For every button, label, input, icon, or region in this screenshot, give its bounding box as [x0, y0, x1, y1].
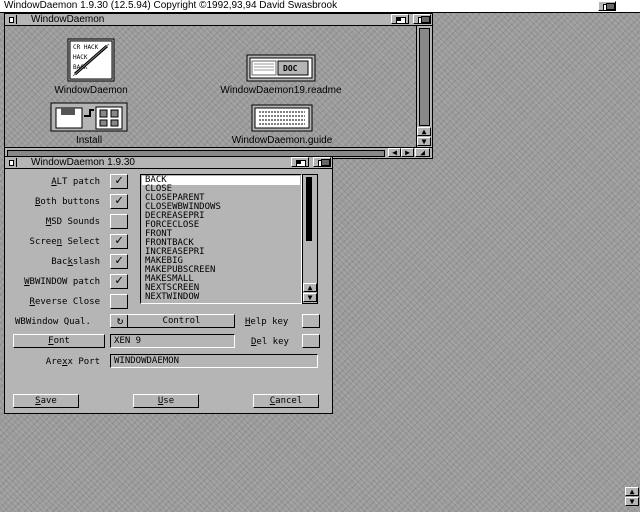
cycle-icon: ↻ [113, 315, 128, 327]
wbwindow-patch-label: WBWINDOW patch [24, 277, 100, 287]
install-disk-icon [50, 102, 128, 132]
icon-label: WindowDaemon.guide [231, 135, 333, 146]
zoom-gadget[interactable] [391, 14, 409, 24]
help-key-checkbox[interactable] [302, 314, 320, 328]
wbwindow-qual-label: WBWindow Qual. [15, 317, 91, 327]
command-list-scrollbar[interactable]: ▲ ▼ [302, 174, 318, 304]
drawer-window: WindowDaemon CR HACK HACK BACK WindowDae… [4, 13, 433, 159]
font-value-field: XEN 9 [110, 334, 235, 348]
msd-sounds-checkbox[interactable] [110, 214, 128, 229]
drawer-title-bar[interactable]: WindowDaemon [5, 14, 432, 26]
close-gadget[interactable] [6, 158, 17, 167]
screen-select-label: Screen Select [29, 237, 100, 247]
screen-scroll-up-arrow[interactable]: ▲ [625, 487, 639, 496]
hackback-tool-icon: CR HACK HACK BACK [67, 38, 115, 82]
wbwindow-qual-value: Control [162, 316, 201, 326]
del-key-label: Del key [251, 337, 289, 347]
alt-patch-checkbox[interactable]: ✓ [110, 174, 128, 189]
close-gadget[interactable] [6, 15, 17, 24]
alt-patch-label: ALT patch [51, 177, 100, 187]
screen-depth-gadget[interactable] [598, 1, 616, 11]
screen-scroll-down-arrow[interactable]: ▼ [625, 497, 639, 506]
scroll-down-arrow[interactable]: ▼ [417, 137, 431, 146]
backslash-checkbox[interactable]: ✓ [110, 254, 128, 269]
size-gadget[interactable]: ◢ [415, 148, 430, 157]
icon-label: Install [75, 135, 103, 146]
scroll-left-arrow[interactable]: ◀ [388, 148, 401, 157]
reverse-close-label: Reverse Close [29, 297, 100, 307]
screen-title-bar: WindowDaemon 1.9.30 (12.5.94) Copyright … [0, 0, 640, 13]
help-key-label: Help key [245, 317, 289, 327]
depth-gadget[interactable] [313, 157, 331, 167]
wbwindow-patch-checkbox[interactable]: ✓ [110, 274, 128, 289]
font-value: XEN 9 [114, 336, 142, 346]
doc-icon-text: DOC [283, 64, 298, 73]
arexx-port-value: WINDOWDAEMON [114, 356, 180, 366]
doc-icon: DOC [246, 54, 316, 82]
icon-label: WindowDaemon [54, 85, 128, 96]
install-icon[interactable]: Install [39, 102, 139, 146]
screen-title: WindowDaemon 1.9.30 (12.5.94) Copyright … [4, 0, 338, 11]
scroll-right-arrow[interactable]: ▶ [401, 148, 414, 157]
tool-icon-line-1: CR HACK [73, 44, 99, 51]
list-scroll-down-arrow[interactable]: ▼ [303, 293, 317, 302]
prefs-window: WindowDaemon 1.9.30 ALT patch ✓ Both but… [4, 156, 333, 414]
scroll-knob[interactable] [306, 177, 312, 241]
drawer-title: WindowDaemon [31, 14, 105, 25]
font-button[interactable]: Font [13, 334, 105, 348]
vertical-scrollbar[interactable]: ▲ ▼ [416, 26, 432, 147]
windowdaemon-tool-icon[interactable]: CR HACK HACK BACK WindowDaemon [41, 38, 141, 96]
save-button[interactable]: Save [13, 394, 79, 408]
command-list[interactable]: BACK CLOSE CLOSEPARENT CLOSEWBWINDOWS DE… [140, 174, 302, 304]
readme-icon[interactable]: DOC WindowDaemon19.readme [211, 54, 351, 96]
scroll-up-arrow[interactable]: ▲ [417, 127, 431, 136]
scroll-knob[interactable] [419, 28, 430, 126]
both-buttons-checkbox[interactable]: ✓ [110, 194, 128, 209]
del-key-checkbox[interactable] [302, 334, 320, 348]
wbwindow-qual-cycle[interactable]: ↻ Control [110, 314, 235, 328]
reverse-close-checkbox[interactable] [110, 294, 128, 309]
prefs-title: WindowDaemon 1.9.30 [31, 157, 135, 168]
guide-icon [251, 104, 313, 132]
depth-gadget[interactable] [413, 14, 431, 24]
cancel-button[interactable]: Cancel [253, 394, 319, 408]
use-button[interactable]: Use [133, 394, 199, 408]
arexx-port-input[interactable]: WINDOWDAEMON [110, 354, 318, 368]
guide-file-icon[interactable]: WindowDaemon.guide [219, 104, 345, 146]
icon-label: WindowDaemon19.readme [220, 85, 342, 96]
both-buttons-label: Both buttons [34, 197, 100, 207]
backslash-label: Backslash [51, 257, 100, 267]
msd-sounds-label: MSD Sounds [45, 217, 100, 227]
tool-icon-line-2: HACK [73, 54, 88, 61]
list-scroll-up-arrow[interactable]: ▲ [303, 283, 317, 292]
command-list-items: BACK CLOSE CLOSEPARENT CLOSEWBWINDOWS DE… [142, 176, 300, 302]
prefs-title-bar[interactable]: WindowDaemon 1.9.30 [5, 157, 332, 169]
zoom-gadget[interactable] [291, 157, 309, 167]
screen-select-checkbox[interactable]: ✓ [110, 234, 128, 249]
arexx-port-label: Arexx Port [45, 357, 100, 367]
list-item[interactable]: NEXTWINDOW [142, 293, 300, 302]
